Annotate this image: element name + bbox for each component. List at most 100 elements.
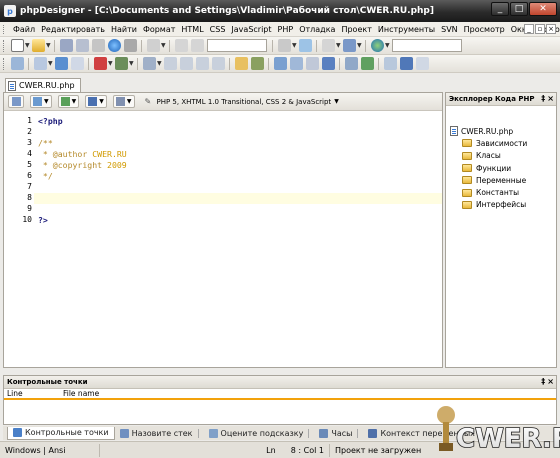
hand-icon[interactable] <box>234 57 248 70</box>
menu-project[interactable]: Проект <box>338 25 374 34</box>
insert-button[interactable]: ▼ <box>30 95 52 108</box>
bookmark-dropdown-icon[interactable]: ▼ <box>357 39 362 52</box>
close-file-icon[interactable] <box>91 39 105 52</box>
code-line[interactable]: * @author CWER.RU <box>38 149 127 160</box>
toolbar-grip-icon[interactable] <box>3 57 6 70</box>
browser-preview-icon[interactable] <box>107 39 121 52</box>
snippet-dropdown-icon[interactable]: ▼ <box>129 57 134 70</box>
step-into-icon[interactable] <box>163 57 177 70</box>
find-dropdown-icon[interactable]: ▼ <box>292 39 297 52</box>
code-area[interactable]: <?php /** * @author CWER.RU * @copyright … <box>34 112 442 367</box>
pin-icon[interactable]: ‡ <box>541 94 545 103</box>
tab-breakpoints[interactable]: Контрольные точки <box>7 426 115 440</box>
step-over-icon[interactable] <box>179 57 193 70</box>
image-icon[interactable] <box>360 57 374 70</box>
menu-javascript[interactable]: JavaScript <box>228 25 274 34</box>
active-code-line[interactable] <box>34 193 442 204</box>
tab-watches[interactable]: Часы <box>314 427 363 440</box>
wrap-icon[interactable] <box>10 57 24 70</box>
url-combo[interactable] <box>392 39 462 52</box>
bookmark-icon[interactable] <box>342 39 356 52</box>
menu-find[interactable]: Найти <box>108 25 140 34</box>
search-combo[interactable] <box>207 39 267 52</box>
snippet-icon[interactable] <box>114 57 128 70</box>
tree-item-constants[interactable]: Константы <box>450 186 527 198</box>
save-all-icon[interactable] <box>75 39 89 52</box>
code-line[interactable]: ?> <box>38 215 48 226</box>
checklist-icon[interactable] <box>321 57 335 70</box>
syntax-check-button[interactable]: ▼ <box>57 95 80 108</box>
doctype-selector[interactable]: ✎ PHP 5, XHTML 1.0 Transitional, CSS 2 &… <box>145 97 339 106</box>
save-icon[interactable] <box>59 39 73 52</box>
panel-close-icon[interactable]: × <box>547 94 554 103</box>
run-button[interactable]: ▼ <box>112 95 135 108</box>
globe-dropdown-icon[interactable]: ▼ <box>385 39 390 52</box>
menu-debug[interactable]: Отладка <box>296 25 338 34</box>
list-icon[interactable] <box>305 57 319 70</box>
tree-item-interfaces[interactable]: Интерфейсы <box>450 199 527 211</box>
columns-icon[interactable] <box>399 57 413 70</box>
outdent-icon[interactable] <box>70 57 84 70</box>
minimize-button[interactable]: _ <box>491 2 509 16</box>
table-icon[interactable] <box>33 57 47 70</box>
debug-run-icon[interactable] <box>142 57 156 70</box>
tree-item-functions[interactable]: Функции <box>450 162 527 174</box>
maximize-button[interactable]: □ <box>510 2 528 16</box>
code-line[interactable]: */ <box>38 171 53 182</box>
menu-grip-icon[interactable] <box>3 25 6 34</box>
layout-button[interactable]: ▼ <box>85 95 107 108</box>
new-file-icon[interactable] <box>10 39 24 52</box>
cut-icon[interactable] <box>174 39 188 52</box>
grid-icon[interactable] <box>289 57 303 70</box>
menu-edit[interactable]: Редактировать <box>38 25 108 34</box>
menu-svn[interactable]: SVN <box>438 25 461 34</box>
code-line[interactable]: <?php <box>38 116 63 127</box>
tools-icon[interactable] <box>250 57 264 70</box>
menu-tools[interactable]: Инструменты <box>375 25 438 34</box>
menu-php[interactable]: PHP <box>275 25 297 34</box>
pin-icon[interactable]: ‡ <box>541 377 545 386</box>
indent-icon[interactable] <box>54 57 68 70</box>
menu-file[interactable]: Файл <box>10 25 38 34</box>
code-explorer-toggle-button[interactable] <box>8 95 24 108</box>
toolbar-grip-icon[interactable] <box>3 39 6 52</box>
mdi-restore-icon[interactable]: ▫ <box>535 24 545 34</box>
tree-item-classes[interactable]: Класы <box>450 150 527 162</box>
back-dropdown-icon[interactable]: ▼ <box>336 39 341 52</box>
stop-icon[interactable] <box>211 57 225 70</box>
table-dropdown-icon[interactable]: ▼ <box>48 57 53 70</box>
close-button[interactable]: ✕ <box>529 2 557 16</box>
mdi-close-icon[interactable]: × <box>546 24 556 34</box>
menu-html[interactable]: HTML <box>178 25 206 34</box>
marker-icon[interactable] <box>93 57 107 70</box>
tab-evaluate[interactable]: Оцените подсказку <box>204 427 315 440</box>
code-line[interactable]: /** <box>38 138 53 149</box>
step-out-icon[interactable] <box>195 57 209 70</box>
code-line[interactable]: * @copyright 2009 <box>38 160 127 171</box>
open-folder-icon[interactable] <box>31 39 45 52</box>
open-dropdown-icon[interactable]: ▼ <box>46 39 51 52</box>
phpdesigner-app-icon[interactable]: p <box>4 5 16 17</box>
tab-call-stack[interactable]: Назовите стек <box>115 427 204 440</box>
frame-icon[interactable] <box>415 57 429 70</box>
menu-view[interactable]: Просмотр <box>461 25 508 34</box>
tree-item-dependencies[interactable]: Зависимости <box>450 137 527 149</box>
marker-dropdown-icon[interactable]: ▼ <box>108 57 113 70</box>
find-icon[interactable] <box>277 39 291 52</box>
globe-icon[interactable] <box>370 39 384 52</box>
form-icon[interactable] <box>383 57 397 70</box>
goto-icon[interactable] <box>298 39 312 52</box>
new-file-dropdown-icon[interactable]: ▼ <box>25 39 30 52</box>
mdi-minimize-icon[interactable]: _ <box>524 24 534 34</box>
column-file-name[interactable]: File name <box>60 389 99 398</box>
panel-close-icon[interactable]: × <box>547 377 554 386</box>
menu-css[interactable]: CSS <box>207 25 229 34</box>
link-icon[interactable] <box>344 57 358 70</box>
tree-item-variables[interactable]: Переменные <box>450 174 527 186</box>
undo-dropdown-icon[interactable]: ▼ <box>161 39 166 52</box>
tree-root[interactable]: CWER.RU.php <box>450 125 527 137</box>
print-icon[interactable] <box>123 39 137 52</box>
tab-cwer-ru-php[interactable]: CWER.RU.php <box>5 78 81 92</box>
column-line[interactable]: Line <box>4 389 60 398</box>
window-icon[interactable] <box>273 57 287 70</box>
